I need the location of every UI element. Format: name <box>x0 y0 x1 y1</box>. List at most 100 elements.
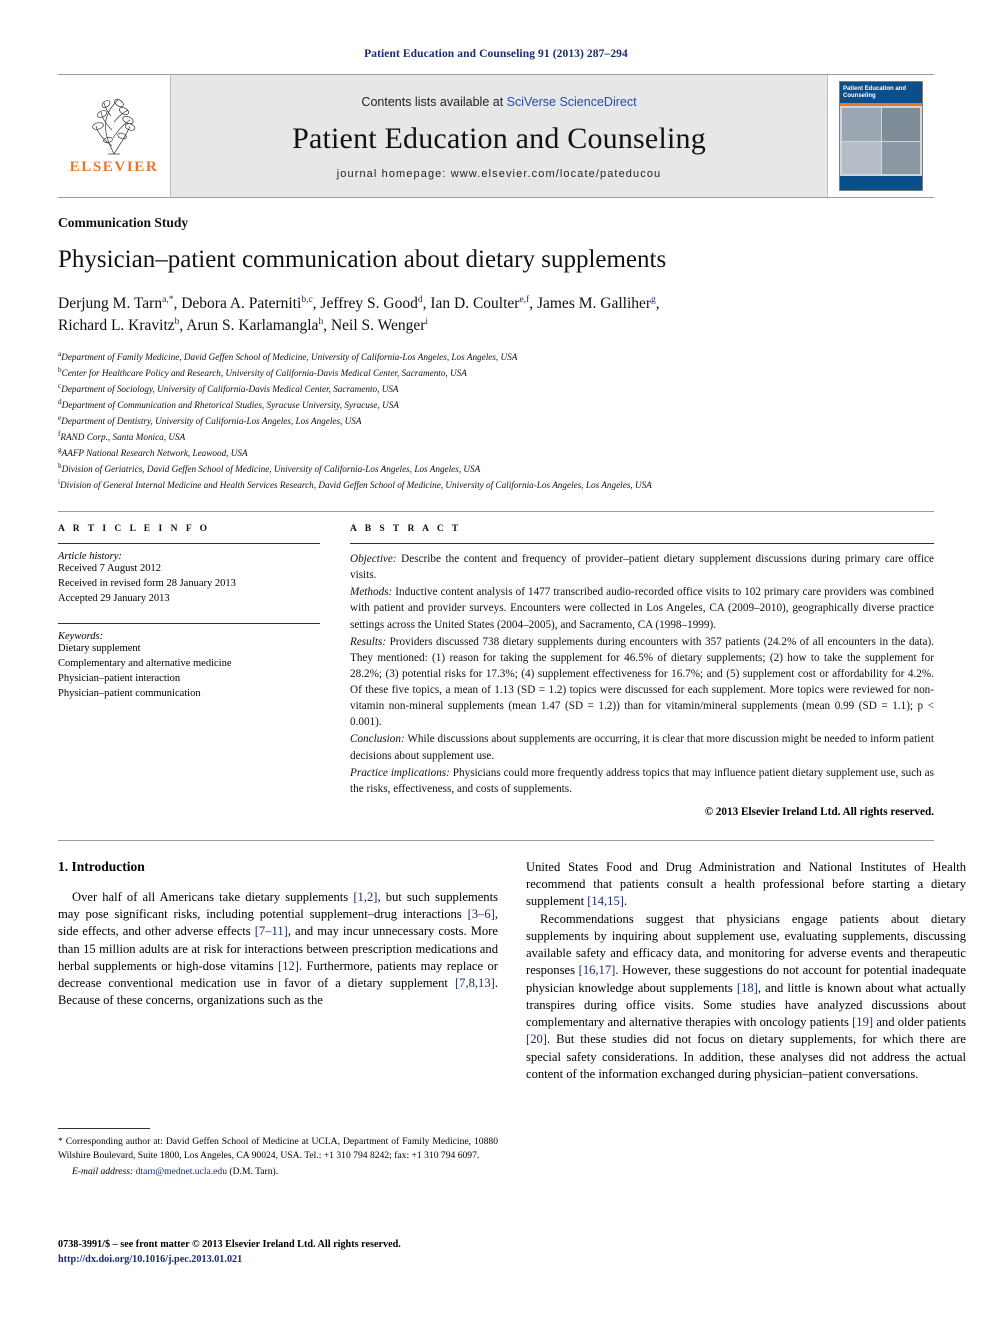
abstract-section-text: Describe the content and frequency of pr… <box>350 553 934 582</box>
page-footer: 0738-3991/$ – see front matter © 2013 El… <box>58 1238 618 1268</box>
cover-title: Patient Education and Counseling <box>840 82 922 103</box>
divider <box>350 543 934 545</box>
divider <box>58 622 320 624</box>
footnote-divider <box>58 1128 150 1129</box>
citation-ref[interactable]: [7–11] <box>255 924 288 938</box>
journal-cover-thumbnail: Patient Education and Counseling <box>839 81 923 191</box>
article-section-type: Communication Study <box>58 215 189 230</box>
cover-image-cell <box>842 108 881 141</box>
sciencedirect-link[interactable]: SciVerse ScienceDirect <box>507 95 637 109</box>
article-header: Communication Study Physician–patient co… <box>58 198 934 493</box>
article-history-label: Article history: <box>58 551 122 563</box>
abstract-section: Objective: Describe the content and freq… <box>350 551 934 583</box>
intro-paragraph-right-2: Recommendations suggest that physicians … <box>526 911 966 1081</box>
abstract-section-label: Conclusion: <box>350 733 405 746</box>
body-columns: 1. Introduction Over half of all America… <box>58 839 966 1083</box>
citation-ref[interactable]: [7,8,13] <box>455 976 495 990</box>
keywords-label: Keywords: <box>58 630 104 642</box>
keyword-item: Complementary and alternative medicine <box>58 657 232 669</box>
affiliation-item: iDivision of General Internal Medicine a… <box>58 477 934 493</box>
intro-paragraph-right-1: United States Food and Drug Administrati… <box>526 859 966 909</box>
author-list: Derjung M. Tarna,*, Debora A. Paternitib… <box>58 293 934 338</box>
article-history-item: Received in revised form 28 January 2013 <box>58 578 236 590</box>
article-history-item: Received 7 August 2012 <box>58 563 161 575</box>
abstract-section-label: Practice implications: <box>350 766 450 779</box>
affiliation-item: gAAFP National Research Network, Leawood… <box>58 445 934 461</box>
abstract-section: Methods: Inductive content analysis of 1… <box>350 584 934 632</box>
contents-prefix: Contents lists available at <box>361 94 507 109</box>
affiliation-text: Department of Dentistry, University of C… <box>61 415 362 426</box>
affiliation-text: AAFP National Research Network, Leawood,… <box>61 448 248 459</box>
publisher-logo-cell: ELSEVIER <box>58 75 171 197</box>
abstract-heading: A B S T R A C T <box>350 524 462 535</box>
doi-link[interactable]: http://dx.doi.org/10.1016/j.pec.2013.01.… <box>58 1253 618 1268</box>
article-info-heading: A R T I C L E I N F O <box>58 524 211 535</box>
affiliation-item: fRAND Corp., Santa Monica, USA <box>58 429 934 445</box>
elsevier-logo: ELSEVIER <box>66 96 162 176</box>
citation-ref[interactable]: [12] <box>278 959 299 973</box>
affiliation-text: RAND Corp., Santa Monica, USA <box>60 431 186 442</box>
page-title: Physician–patient communication about di… <box>58 246 667 273</box>
footnote-area: * Corresponding author at: David Geffen … <box>58 1128 498 1179</box>
abstract-copyright: © 2013 Elsevier Ireland Ltd. All rights … <box>704 805 934 818</box>
journal-masthead: ELSEVIER Contents lists available at Sci… <box>58 74 934 198</box>
abstract-section: Conclusion: While discussions about supp… <box>350 731 934 763</box>
citation-ref[interactable]: [18] <box>737 981 758 995</box>
email-note: E-mail address: dtarn@mednet.ucla.edu (D… <box>58 1165 498 1179</box>
keyword-item: Physician–patient interaction <box>58 672 181 684</box>
affiliation-item: dDepartment of Communication and Rhetori… <box>58 397 934 413</box>
citation-ref[interactable]: [3–6] <box>468 907 495 921</box>
email-link[interactable]: dtarn@mednet.ucla.edu <box>136 1166 227 1177</box>
body-column-right: United States Food and Drug Administrati… <box>526 859 966 1083</box>
abstract-section-text: While discussions about supplements are … <box>350 733 934 762</box>
affiliation-list: aDepartment of Family Medicine, David Ge… <box>58 349 934 493</box>
journal-homepage-link[interactable]: journal homepage: www.elsevier.com/locat… <box>337 168 662 180</box>
abstract-section-label: Results: <box>350 635 387 648</box>
introduction-heading: 1. Introduction <box>58 858 145 874</box>
affiliation-text: Department of Family Medicine, David Gef… <box>61 351 518 362</box>
elsevier-wordmark: ELSEVIER <box>69 159 159 175</box>
affiliation-item: eDepartment of Dentistry, University of … <box>58 413 934 429</box>
affiliation-item: hDivision of Geriatrics, David Geffen Sc… <box>58 461 934 477</box>
abstract-section-text: Inductive content analysis of 1477 trans… <box>350 586 934 631</box>
journal-title: Patient Education and Counseling <box>292 121 706 155</box>
cover-image-cell <box>842 141 881 174</box>
contents-available-line: Contents lists available at SciVerse Sci… <box>361 95 636 109</box>
issn-copyright-line: 0738-3991/$ – see front matter © 2013 El… <box>58 1239 401 1250</box>
abstract-section-text: Providers discussed 738 dietary suppleme… <box>350 635 934 729</box>
cover-image-grid <box>840 106 922 176</box>
affiliation-text: Center for Healthcare Policy and Researc… <box>61 367 467 378</box>
affiliation-item: cDepartment of Sociology, University of … <box>58 381 934 397</box>
affiliation-item: bCenter for Healthcare Policy and Resear… <box>58 365 934 381</box>
cover-image-cell <box>881 108 920 141</box>
intro-paragraph-left: Over half of all Americans take dietary … <box>58 889 499 1008</box>
affiliation-text: Division of General Internal Medicine an… <box>60 480 652 491</box>
elsevier-tree-icon <box>92 98 136 155</box>
citation-ref[interactable]: [16,17] <box>579 963 616 977</box>
info-abstract-block: A R T I C L E I N F O Article history: R… <box>58 511 934 818</box>
affiliation-item: aDepartment of Family Medicine, David Ge… <box>58 349 934 365</box>
masthead-center: Contents lists available at SciVerse Sci… <box>171 75 827 197</box>
paper-page: Patient Education and Counseling 91 (201… <box>0 0 992 1323</box>
keywords-block: Keywords: Dietary supplement Complementa… <box>58 622 320 702</box>
abstract-column: A B S T R A C T Objective: Describe the … <box>350 524 934 818</box>
citation-ref[interactable]: [20] <box>526 1032 547 1046</box>
affiliation-text: Department of Communication and Rhetoric… <box>61 399 399 410</box>
email-label: E-mail address: <box>72 1166 134 1178</box>
author-line-1: Derjung M. Tarna,*, Debora A. Paternitib… <box>58 294 660 312</box>
divider <box>58 543 320 545</box>
abstract-section: Practice implications: Physicians could … <box>350 765 934 797</box>
abstract-section-label: Objective: <box>350 553 397 566</box>
citation-ref[interactable]: [1,2] <box>353 890 377 904</box>
affiliation-text: Department of Sociology, University of C… <box>61 383 399 394</box>
running-head: Patient Education and Counseling 91 (201… <box>364 48 628 60</box>
author-line-2: Richard L. Kravitzb, Arun S. Karlamangla… <box>58 317 429 335</box>
citation-ref[interactable]: [14,15] <box>587 894 624 908</box>
keyword-item: Physician–patient communication <box>58 687 201 699</box>
article-history-item: Accepted 29 January 2013 <box>58 592 170 604</box>
citation-ref[interactable]: [19] <box>852 1015 873 1029</box>
article-info-column: A R T I C L E I N F O Article history: R… <box>58 524 320 818</box>
masthead-cover-cell: Patient Education and Counseling <box>827 75 934 197</box>
affiliation-text: Division of Geriatrics, David Geffen Sch… <box>61 464 481 475</box>
abstract-section-label: Methods: <box>350 586 393 599</box>
